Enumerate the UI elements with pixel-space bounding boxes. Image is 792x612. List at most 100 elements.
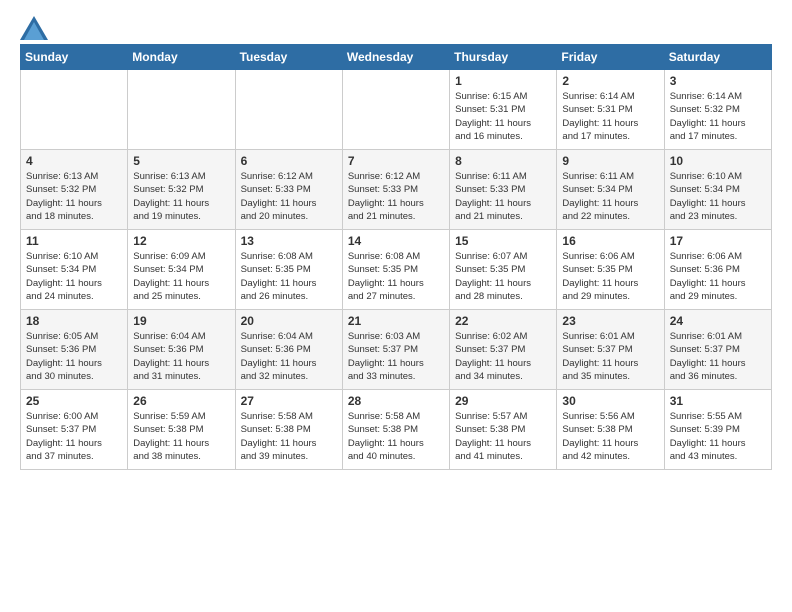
cell-content: Sunrise: 6:01 AM Sunset: 5:37 PM Dayligh…: [562, 330, 658, 383]
day-number: 15: [455, 234, 551, 248]
calendar-cell: 18Sunrise: 6:05 AM Sunset: 5:36 PM Dayli…: [21, 310, 128, 390]
cell-content: Sunrise: 6:08 AM Sunset: 5:35 PM Dayligh…: [241, 250, 337, 303]
cell-content: Sunrise: 6:09 AM Sunset: 5:34 PM Dayligh…: [133, 250, 229, 303]
calendar-cell: 8 Sunrise: 6:11 AM Sunset: 5:33 PM Daylig…: [450, 150, 557, 230]
cell-content: Sunrise: 5:56 AM Sunset: 5:38 PM Dayligh…: [562, 410, 658, 463]
calendar-header-row: SundayMondayTuesdayWednesdayThursdayFrid…: [21, 45, 772, 70]
calendar-cell: 28 Sunrise: 5:58 AM Sunset: 5:38 PM Dayli…: [342, 390, 449, 470]
calendar-week-2: 4Sunrise: 6:13 AM Sunset: 5:32 PM Daylig…: [21, 150, 772, 230]
calendar-cell: 4Sunrise: 6:13 AM Sunset: 5:32 PM Daylig…: [21, 150, 128, 230]
calendar-cell: 3 Sunrise: 6:14 AM Sunset: 5:32 PM Daylig…: [664, 70, 771, 150]
calendar-cell: 16 Sunrise: 6:06 AM Sunset: 5:35 PM Dayli…: [557, 230, 664, 310]
cell-content: Sunrise: 6:07 AM Sunset: 5:35 PM Dayligh…: [455, 250, 551, 303]
cell-content: Sunrise: 6:13 AM Sunset: 5:32 PM Dayligh…: [133, 170, 229, 223]
calendar-cell: 30 Sunrise: 5:56 AM Sunset: 5:38 PM Dayli…: [557, 390, 664, 470]
day-number: 24: [670, 314, 766, 328]
day-number: 16: [562, 234, 658, 248]
calendar-cell: 26 Sunrise: 5:59 AM Sunset: 5:38 PM Dayli…: [128, 390, 235, 470]
calendar-cell: [128, 70, 235, 150]
day-number: 6: [241, 154, 337, 168]
cell-content: Sunrise: 6:03 AM Sunset: 5:37 PM Dayligh…: [348, 330, 444, 383]
cell-content: Sunrise: 6:01 AM Sunset: 5:37 PM Dayligh…: [670, 330, 766, 383]
weekday-header-saturday: Saturday: [664, 45, 771, 70]
day-number: 20: [241, 314, 337, 328]
calendar-cell: 23 Sunrise: 6:01 AM Sunset: 5:37 PM Dayli…: [557, 310, 664, 390]
calendar-cell: 29 Sunrise: 5:57 AM Sunset: 5:38 PM Dayli…: [450, 390, 557, 470]
calendar-cell: 2 Sunrise: 6:14 AM Sunset: 5:31 PM Daylig…: [557, 70, 664, 150]
calendar-cell: 12 Sunrise: 6:09 AM Sunset: 5:34 PM Dayli…: [128, 230, 235, 310]
calendar-cell: 14 Sunrise: 6:08 AM Sunset: 5:35 PM Dayli…: [342, 230, 449, 310]
calendar-cell: 25Sunrise: 6:00 AM Sunset: 5:37 PM Dayli…: [21, 390, 128, 470]
calendar-week-5: 25Sunrise: 6:00 AM Sunset: 5:37 PM Dayli…: [21, 390, 772, 470]
calendar-cell: 1 Sunrise: 6:15 AM Sunset: 5:31 PM Daylig…: [450, 70, 557, 150]
day-number: 3: [670, 74, 766, 88]
day-number: 7: [348, 154, 444, 168]
weekday-header-friday: Friday: [557, 45, 664, 70]
cell-content: Sunrise: 5:55 AM Sunset: 5:39 PM Dayligh…: [670, 410, 766, 463]
calendar-cell: 9 Sunrise: 6:11 AM Sunset: 5:34 PM Daylig…: [557, 150, 664, 230]
cell-content: Sunrise: 5:57 AM Sunset: 5:38 PM Dayligh…: [455, 410, 551, 463]
day-number: 27: [241, 394, 337, 408]
calendar-cell: 24 Sunrise: 6:01 AM Sunset: 5:37 PM Dayli…: [664, 310, 771, 390]
day-number: 25: [26, 394, 122, 408]
day-number: 29: [455, 394, 551, 408]
calendar-cell: 13 Sunrise: 6:08 AM Sunset: 5:35 PM Dayli…: [235, 230, 342, 310]
calendar-body: 1 Sunrise: 6:15 AM Sunset: 5:31 PM Daylig…: [21, 70, 772, 470]
cell-content: Sunrise: 5:58 AM Sunset: 5:38 PM Dayligh…: [348, 410, 444, 463]
cell-content: Sunrise: 6:12 AM Sunset: 5:33 PM Dayligh…: [241, 170, 337, 223]
day-number: 23: [562, 314, 658, 328]
day-number: 5: [133, 154, 229, 168]
weekday-header-monday: Monday: [128, 45, 235, 70]
cell-content: Sunrise: 6:11 AM Sunset: 5:34 PM Dayligh…: [562, 170, 658, 223]
cell-content: Sunrise: 6:14 AM Sunset: 5:31 PM Dayligh…: [562, 90, 658, 143]
day-number: 10: [670, 154, 766, 168]
calendar-cell: 17 Sunrise: 6:06 AM Sunset: 5:36 PM Dayli…: [664, 230, 771, 310]
cell-content: Sunrise: 6:06 AM Sunset: 5:35 PM Dayligh…: [562, 250, 658, 303]
day-number: 12: [133, 234, 229, 248]
day-number: 11: [26, 234, 122, 248]
weekday-header-tuesday: Tuesday: [235, 45, 342, 70]
cell-content: Sunrise: 6:14 AM Sunset: 5:32 PM Dayligh…: [670, 90, 766, 143]
day-number: 14: [348, 234, 444, 248]
day-number: 22: [455, 314, 551, 328]
cell-content: Sunrise: 6:11 AM Sunset: 5:33 PM Dayligh…: [455, 170, 551, 223]
day-number: 31: [670, 394, 766, 408]
page-header: [20, 16, 772, 36]
calendar-cell: 6 Sunrise: 6:12 AM Sunset: 5:33 PM Daylig…: [235, 150, 342, 230]
cell-content: Sunrise: 5:59 AM Sunset: 5:38 PM Dayligh…: [133, 410, 229, 463]
cell-content: Sunrise: 6:10 AM Sunset: 5:34 PM Dayligh…: [670, 170, 766, 223]
cell-content: Sunrise: 6:08 AM Sunset: 5:35 PM Dayligh…: [348, 250, 444, 303]
day-number: 1: [455, 74, 551, 88]
day-number: 28: [348, 394, 444, 408]
day-number: 30: [562, 394, 658, 408]
day-number: 19: [133, 314, 229, 328]
day-number: 17: [670, 234, 766, 248]
calendar-cell: 21 Sunrise: 6:03 AM Sunset: 5:37 PM Dayli…: [342, 310, 449, 390]
calendar-cell: 15 Sunrise: 6:07 AM Sunset: 5:35 PM Dayli…: [450, 230, 557, 310]
cell-content: Sunrise: 6:13 AM Sunset: 5:32 PM Dayligh…: [26, 170, 122, 223]
weekday-header-sunday: Sunday: [21, 45, 128, 70]
day-number: 26: [133, 394, 229, 408]
calendar-week-4: 18Sunrise: 6:05 AM Sunset: 5:36 PM Dayli…: [21, 310, 772, 390]
calendar-cell: 10 Sunrise: 6:10 AM Sunset: 5:34 PM Dayli…: [664, 150, 771, 230]
calendar-cell: 19 Sunrise: 6:04 AM Sunset: 5:36 PM Dayli…: [128, 310, 235, 390]
day-number: 8: [455, 154, 551, 168]
calendar-cell: 7 Sunrise: 6:12 AM Sunset: 5:33 PM Daylig…: [342, 150, 449, 230]
cell-content: Sunrise: 6:12 AM Sunset: 5:33 PM Dayligh…: [348, 170, 444, 223]
day-number: 21: [348, 314, 444, 328]
calendar-table: SundayMondayTuesdayWednesdayThursdayFrid…: [20, 44, 772, 470]
calendar-cell: 11 Sunrise: 6:10 AM Sunset: 5:34 PM Dayli…: [21, 230, 128, 310]
cell-content: Sunrise: 6:06 AM Sunset: 5:36 PM Dayligh…: [670, 250, 766, 303]
day-number: 2: [562, 74, 658, 88]
calendar-cell: 22Sunrise: 6:02 AM Sunset: 5:37 PM Dayli…: [450, 310, 557, 390]
day-number: 18: [26, 314, 122, 328]
calendar-cell: 5 Sunrise: 6:13 AM Sunset: 5:32 PM Daylig…: [128, 150, 235, 230]
calendar-week-3: 11 Sunrise: 6:10 AM Sunset: 5:34 PM Dayli…: [21, 230, 772, 310]
cell-content: Sunrise: 6:10 AM Sunset: 5:34 PM Dayligh…: [26, 250, 122, 303]
calendar-cell: 31 Sunrise: 5:55 AM Sunset: 5:39 PM Dayli…: [664, 390, 771, 470]
cell-content: Sunrise: 6:15 AM Sunset: 5:31 PM Dayligh…: [455, 90, 551, 143]
cell-content: Sunrise: 6:04 AM Sunset: 5:36 PM Dayligh…: [133, 330, 229, 383]
cell-content: Sunrise: 6:04 AM Sunset: 5:36 PM Dayligh…: [241, 330, 337, 383]
day-number: 9: [562, 154, 658, 168]
day-number: 13: [241, 234, 337, 248]
